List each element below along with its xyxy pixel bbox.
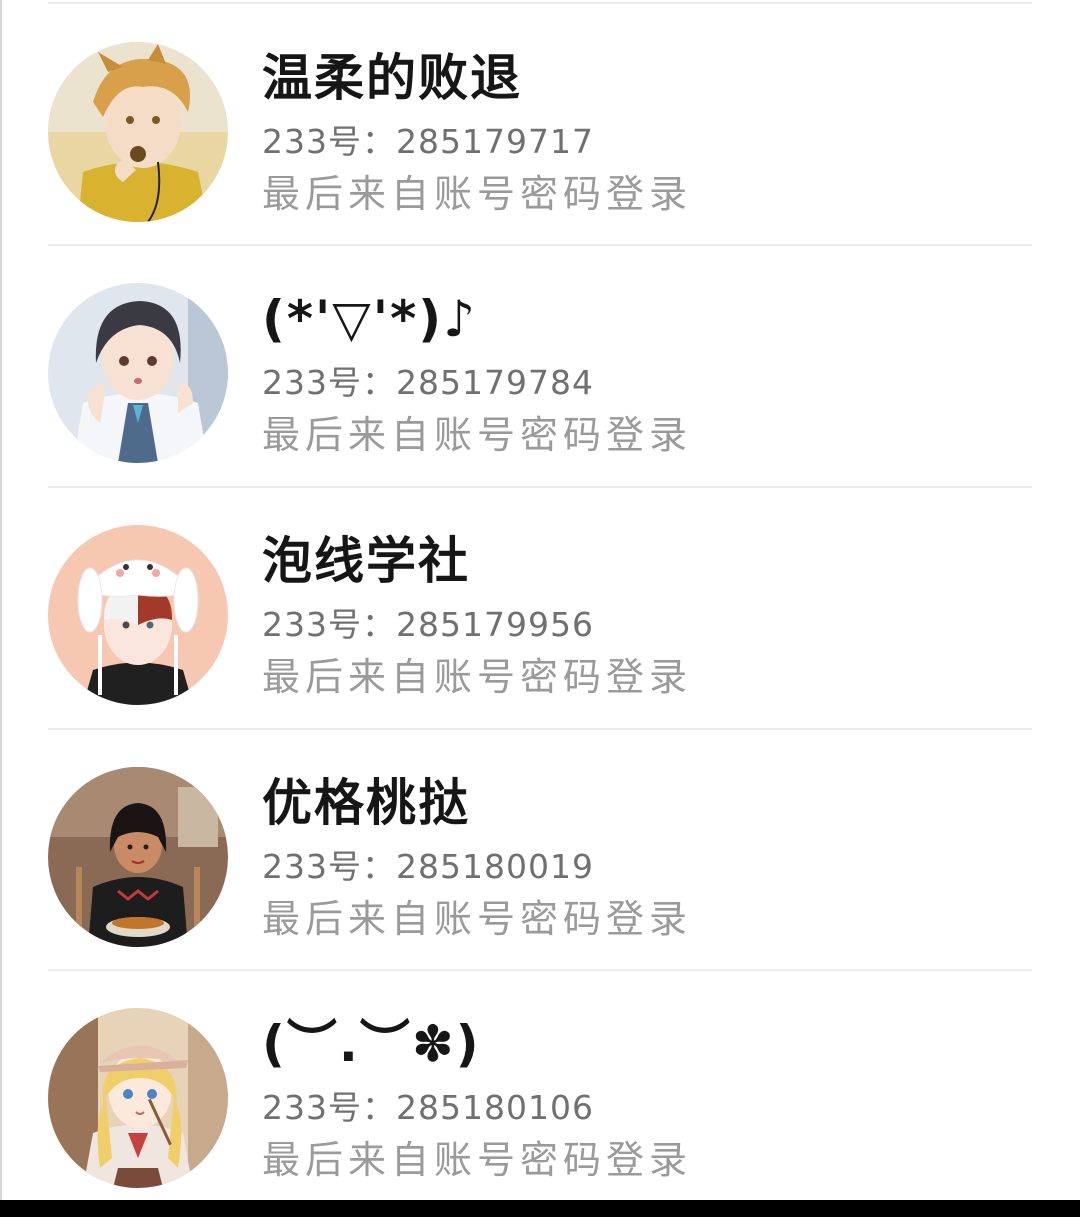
bottom-navigation-bar — [0, 1200, 1080, 1217]
anime-girl-cap-avatar — [48, 1008, 228, 1188]
account-item[interactable]: (︶.︶✽) 233号：285180106 最后来自账号密码登录 — [0, 972, 1080, 1208]
account-list: 温柔的败退 233号：285179717 最后来自账号密码登录 (*'▽'*)♪ — [0, 0, 1080, 1200]
account-id-line: 233号：285179717 — [262, 122, 594, 162]
account-nickname: (︶.︶✽) — [262, 1015, 481, 1073]
account-login-status: 最后来自账号密码登录 — [262, 1138, 693, 1182]
account-login-status: 最后来自账号密码登录 — [262, 413, 693, 457]
anime-boy-blonde-avatar — [48, 42, 228, 222]
account-id: 285180019 — [396, 847, 594, 886]
list-divider — [48, 728, 1032, 730]
account-id: 285179956 — [396, 605, 594, 644]
list-divider — [48, 244, 1032, 246]
account-nickname: (*'▽'*)♪ — [262, 290, 477, 348]
list-divider — [48, 486, 1032, 488]
account-id: 285179717 — [396, 122, 594, 161]
account-id-prefix: 233号： — [262, 847, 396, 886]
account-item[interactable]: 优格桃挞 233号：285180019 最后来自账号密码登录 — [0, 731, 1080, 967]
account-id-line: 233号：285180019 — [262, 847, 594, 887]
account-item[interactable]: (*'▽'*)♪ 233号：285179784 最后来自账号密码登录 — [0, 247, 1080, 483]
account-login-status: 最后来自账号密码登录 — [262, 172, 693, 216]
list-divider — [48, 969, 1032, 971]
account-id-line: 233号：285179784 — [262, 363, 594, 403]
account-login-status: 最后来自账号密码登录 — [262, 897, 693, 941]
account-nickname: 优格桃挞 — [262, 774, 470, 832]
account-id-line: 233号：285179956 — [262, 605, 594, 645]
account-nickname: 温柔的败退 — [262, 49, 522, 107]
account-id-prefix: 233号： — [262, 1088, 396, 1127]
anime-girl-school-uniform-avatar — [48, 283, 228, 463]
account-item[interactable]: 泡线学社 233号：285179956 最后来自账号密码登录 — [0, 489, 1080, 725]
account-id: 285179784 — [396, 363, 594, 402]
account-item[interactable]: 温柔的败退 233号：285179717 最后来自账号密码登录 — [0, 6, 1080, 242]
account-id-prefix: 233号： — [262, 605, 396, 644]
anime-boy-bunny-hat-avatar — [48, 525, 228, 705]
account-id: 285180106 — [396, 1088, 594, 1127]
list-divider — [48, 2, 1032, 4]
account-login-status: 最后来自账号密码登录 — [262, 655, 693, 699]
account-id-prefix: 233号： — [262, 363, 396, 402]
account-nickname: 泡线学社 — [262, 532, 470, 590]
account-id-prefix: 233号： — [262, 122, 396, 161]
girl-eating-noodles-avatar — [48, 767, 228, 947]
account-id-line: 233号：285180106 — [262, 1088, 594, 1128]
